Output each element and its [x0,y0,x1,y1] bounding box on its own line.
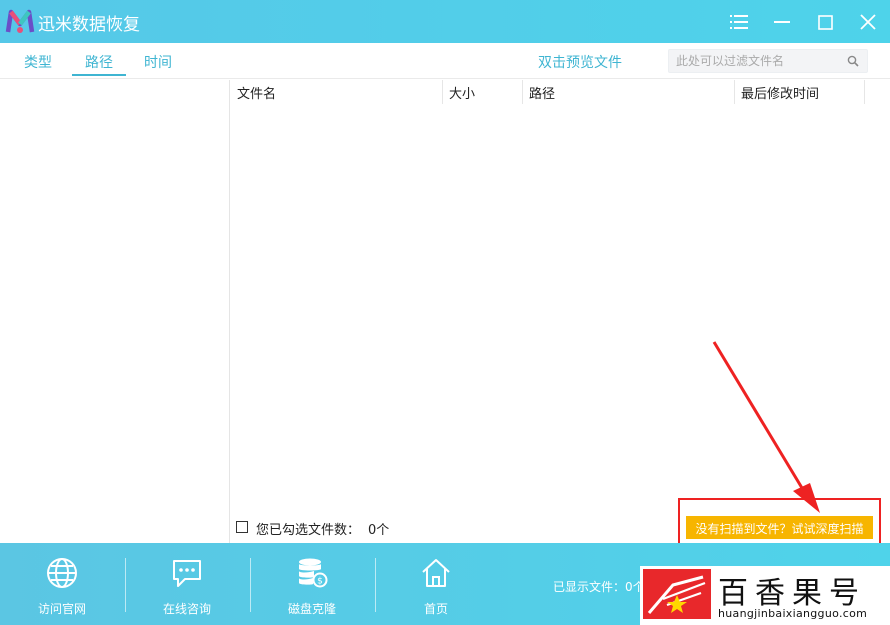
maximize-button[interactable] [810,7,840,37]
close-button[interactable] [853,7,883,37]
watermark-name: 百香果号 [718,576,866,611]
svg-text:$: $ [317,577,323,587]
selected-count-label: 您已勾选文件数： [256,523,361,538]
tab-bar: 类型 路径 时间 双击预览文件 [0,43,890,79]
selection-status-row: 您已勾选文件数： 0个 没有扫描到文件？试试深度扫描 [231,498,890,546]
maximize-icon [817,14,833,30]
nav-label: 首页 [423,602,448,616]
disk-clone-icon: $ [299,558,328,588]
tab-type[interactable]: 类型 [16,43,60,76]
nav-label: 访问官网 [37,602,86,616]
filter-input[interactable] [669,50,839,72]
filter-box [668,49,868,73]
close-icon [860,14,876,30]
search-icon[interactable] [847,55,859,67]
watermark-logo-icon [643,569,711,619]
hamburger-icon [730,15,748,29]
nav-label: 在线咨询 [162,602,211,616]
file-table[interactable]: 文件名 大小 路径 最后修改时间 [231,80,890,513]
globe-icon [47,558,77,588]
column-header-modified[interactable]: 最后修改时间 [735,80,865,104]
nav-online-consult[interactable]: 在线咨询 [125,543,249,625]
menu-button[interactable] [724,7,754,37]
selected-count-value: 0个 [368,523,390,538]
title-bar: 迅米数据恢复 [0,0,890,43]
directory-tree-panel[interactable] [0,80,230,543]
column-header-path[interactable]: 路径 [523,80,735,104]
chat-icon [173,560,201,587]
column-header-size[interactable]: 大小 [443,80,523,104]
column-header-filename[interactable]: 文件名 [231,80,443,104]
watermark: 百香果号 huangjinbaixiangguo.com [640,566,890,625]
minimize-button[interactable] [767,7,797,37]
app-logo-icon [5,9,35,33]
nav-home[interactable]: 首页 [374,543,498,625]
nav-disk-clone[interactable]: $ 磁盘克隆 [250,543,374,625]
tab-time[interactable]: 时间 [136,43,180,76]
nav-label: 磁盘克隆 [287,602,336,616]
nav-visit-website[interactable]: 访问官网 [0,543,124,625]
shown-files-label: 已显示文件： [553,580,626,594]
tab-path[interactable]: 路径 [72,43,126,76]
annotation-highlight-box [678,498,881,546]
watermark-url: huangjinbaixiangguo.com [718,607,868,620]
minimize-icon [774,21,790,23]
table-header: 文件名 大小 路径 最后修改时间 [231,80,890,104]
home-icon [422,559,450,587]
select-all-checkbox[interactable] [236,521,248,533]
app-title: 迅米数据恢复 [38,15,140,35]
preview-file-link[interactable]: 双击预览文件 [538,52,622,72]
